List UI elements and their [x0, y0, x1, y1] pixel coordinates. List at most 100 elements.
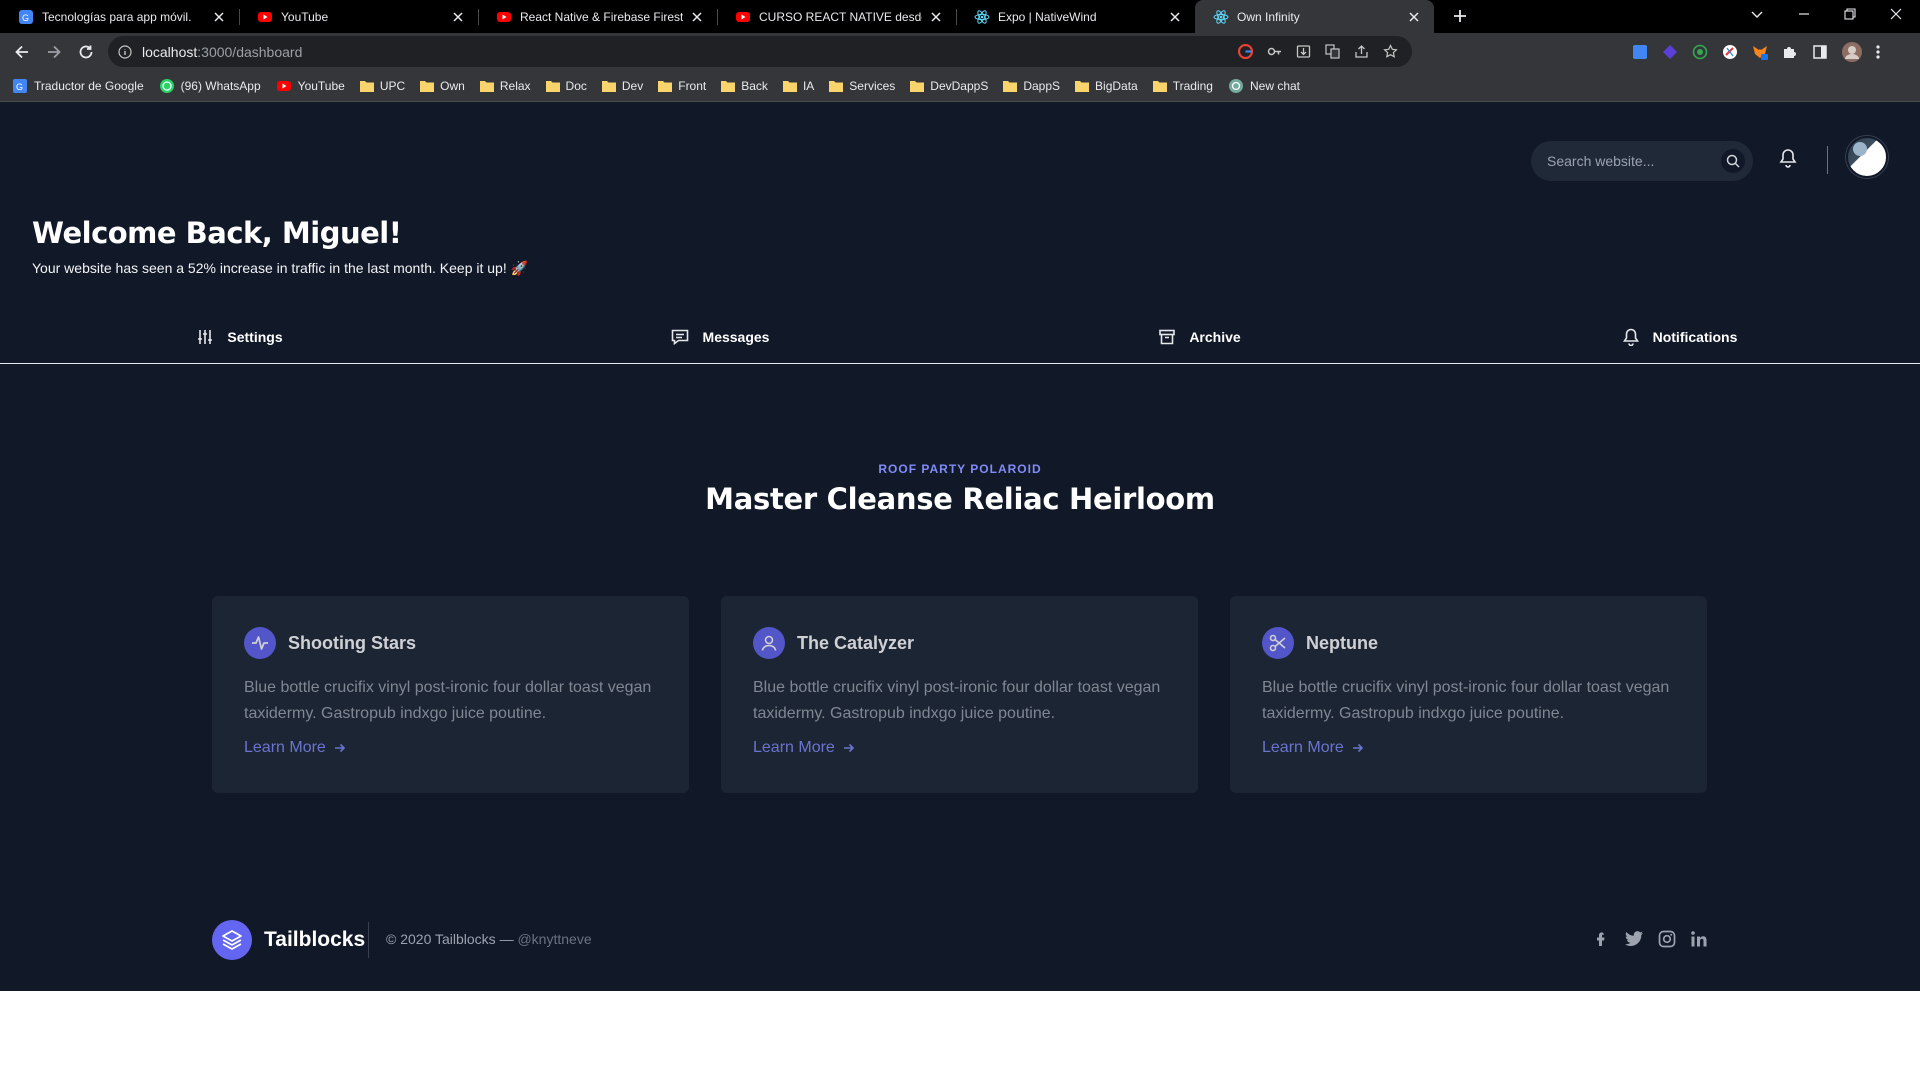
- folder-icon: [1152, 80, 1167, 92]
- author-link[interactable]: @knyttneve: [517, 931, 591, 947]
- card-text: Blue bottle crucifix vinyl post-ironic f…: [753, 679, 1161, 722]
- arrow-right-icon: [334, 742, 346, 754]
- learn-more-label: Learn More: [753, 739, 835, 756]
- search-icon[interactable]: [1721, 149, 1745, 173]
- menu-dots-icon[interactable]: [1876, 44, 1880, 60]
- google-icon[interactable]: [1238, 44, 1253, 59]
- bookmark-label: Back: [741, 78, 768, 93]
- close-icon[interactable]: [689, 9, 705, 25]
- bookmark-item[interactable]: YouTube: [276, 78, 345, 94]
- translate-extension-icon[interactable]: [1632, 44, 1648, 60]
- footer-brand[interactable]: Tailblocks: [212, 920, 365, 960]
- url-path: :3000/dashboard: [197, 43, 303, 60]
- star-icon[interactable]: [1383, 44, 1398, 59]
- metamask-icon[interactable]: [1752, 44, 1768, 60]
- bookmark-folder[interactable]: Back: [721, 79, 768, 93]
- tab-messages[interactable]: Messages: [480, 312, 960, 363]
- bookmark-folder[interactable]: Services: [829, 79, 895, 93]
- bookmark-item[interactable]: New chat: [1228, 78, 1300, 94]
- translate-page-icon[interactable]: [1325, 44, 1340, 59]
- learn-more-label: Learn More: [244, 739, 326, 756]
- bookmark-folder[interactable]: Relax: [479, 78, 531, 93]
- browser-tab-active[interactable]: Own Infinity: [1195, 0, 1434, 33]
- search-input[interactable]: [1547, 153, 1707, 169]
- avatar[interactable]: [1846, 136, 1888, 178]
- bookmark-label: Trading: [1172, 78, 1213, 93]
- facebook-icon[interactable]: [1592, 930, 1610, 948]
- target-extension-icon[interactable]: [1692, 44, 1708, 60]
- close-icon[interactable]: [450, 9, 466, 25]
- bookmark-label: BigData: [1095, 78, 1138, 93]
- puzzle-icon[interactable]: [1782, 44, 1798, 60]
- translate-icon: G: [18, 9, 34, 25]
- bookmark-folder[interactable]: DevDappS: [910, 79, 988, 93]
- openai-icon: [1228, 78, 1244, 94]
- translate-icon: G: [12, 78, 28, 94]
- twitter-icon[interactable]: [1624, 930, 1644, 948]
- bookmark-folder[interactable]: Front: [658, 79, 706, 93]
- bookmark-folder[interactable]: IA: [782, 78, 815, 93]
- window-close-icon[interactable]: [1890, 0, 1902, 28]
- browser-tab[interactable]: React Native & Firebase Firestore: [478, 0, 717, 33]
- address-bar[interactable]: localhost:3000/dashboard: [108, 36, 1412, 67]
- bookmark-label: IA: [802, 78, 815, 93]
- tab-search-icon[interactable]: [1750, 0, 1764, 28]
- minimize-icon[interactable]: [1798, 0, 1810, 28]
- close-icon[interactable]: [211, 9, 227, 25]
- learn-more-link[interactable]: Learn More: [244, 739, 346, 757]
- react-icon: [1213, 9, 1229, 25]
- browser-tab[interactable]: Expo | NativeWind: [956, 0, 1195, 33]
- close-icon[interactable]: [1406, 9, 1422, 25]
- profile-avatar-icon[interactable]: [1842, 42, 1862, 62]
- back-icon[interactable]: [6, 36, 38, 68]
- share-icon[interactable]: [1354, 44, 1369, 59]
- welcome-subtitle: Your website has seen a 52% increase in …: [32, 260, 529, 276]
- search-box[interactable]: [1531, 141, 1753, 181]
- learn-more-link[interactable]: Learn More: [753, 739, 855, 757]
- close-icon[interactable]: [1167, 9, 1183, 25]
- tab-archive[interactable]: Archive: [960, 312, 1440, 363]
- bookmark-folder[interactable]: BigData: [1075, 79, 1138, 93]
- browser-tab-title: Own Infinity: [1237, 9, 1300, 24]
- close-icon[interactable]: [928, 9, 944, 25]
- browser-tab[interactable]: CURSO REACT NATIVE desde: [717, 0, 956, 33]
- feature-card: Neptune Blue bottle crucifix vinyl post-…: [1230, 596, 1707, 793]
- new-tab-icon[interactable]: [1446, 2, 1474, 30]
- browser-tab[interactable]: G Tecnologías para app móvil.: [0, 0, 239, 33]
- bookmark-label: Relax: [499, 78, 531, 93]
- info-icon[interactable]: [118, 44, 132, 59]
- bookmark-label: New chat: [1249, 78, 1301, 93]
- youtube-icon: [276, 78, 292, 94]
- svg-text:G: G: [22, 13, 29, 23]
- tab-settings[interactable]: Settings: [0, 312, 480, 363]
- diamond-extension-icon[interactable]: [1662, 44, 1678, 60]
- side-panel-icon[interactable]: [1812, 44, 1828, 60]
- bookmark-folder[interactable]: DappS: [1003, 79, 1060, 93]
- bookmark-item[interactable]: (96) WhatsApp: [159, 78, 261, 94]
- browser-tab[interactable]: YouTube: [239, 0, 478, 33]
- bookmark-folder[interactable]: UPC: [359, 78, 406, 93]
- bookmark-folder[interactable]: Own: [420, 79, 465, 93]
- card-title: Neptune: [1306, 632, 1378, 653]
- grammar-extension-icon[interactable]: [1722, 44, 1738, 60]
- bookmark-folder[interactable]: Dev: [601, 79, 643, 93]
- notification-bell-icon[interactable]: [1779, 148, 1797, 168]
- user-icon: [753, 627, 785, 659]
- bookmark-folder[interactable]: Doc: [545, 79, 587, 93]
- forward-icon[interactable]: [38, 36, 70, 68]
- learn-more-link[interactable]: Learn More: [1262, 739, 1364, 757]
- linkedin-icon[interactable]: [1690, 930, 1708, 948]
- reload-icon[interactable]: [70, 36, 102, 68]
- bookmark-label: UPC: [379, 78, 406, 93]
- bookmark-label: DevDappS: [930, 78, 989, 93]
- key-icon[interactable]: [1267, 44, 1282, 59]
- bookmark-item[interactable]: G Traductor de Google: [12, 78, 144, 94]
- archive-icon: [1159, 329, 1176, 345]
- instagram-icon[interactable]: [1658, 930, 1676, 948]
- header-divider: [1827, 146, 1828, 174]
- install-icon[interactable]: [1296, 44, 1311, 59]
- browser-tab-title: Tecnologías para app móvil.: [42, 9, 192, 24]
- bookmark-folder[interactable]: Trading: [1152, 78, 1213, 93]
- restore-icon[interactable]: [1844, 0, 1856, 28]
- tab-notifications[interactable]: Notifications: [1440, 312, 1920, 363]
